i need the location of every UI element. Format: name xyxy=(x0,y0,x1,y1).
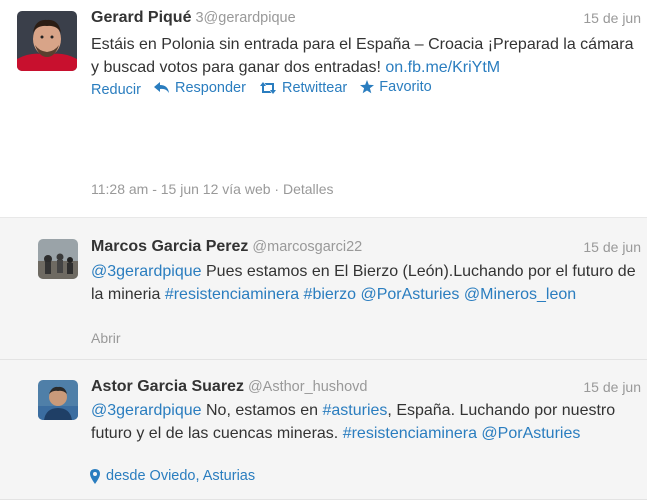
tweet-date[interactable]: 15 de jun xyxy=(583,239,641,255)
tweet-text-body: Estáis en Polonia sin entrada para el Es… xyxy=(91,36,634,76)
location-pin-icon xyxy=(90,468,100,484)
expand-link[interactable]: Abrir xyxy=(91,330,121,346)
avatar[interactable] xyxy=(38,380,78,420)
author-fullname[interactable]: Gerard Piqué xyxy=(91,9,191,26)
reduce-button[interactable]: Reducir xyxy=(91,82,141,98)
retweet-icon xyxy=(259,82,276,94)
tweet-text: @3gerardpique Pues estamos en El Bierzo … xyxy=(91,260,641,306)
star-icon xyxy=(360,80,375,94)
author-username[interactable]: @Asthor_hushovd xyxy=(248,379,368,395)
tweet-actions: Reducir Responder Retwittear Favorito xyxy=(91,79,441,98)
hashtag-link[interactable]: #asturies xyxy=(323,402,388,419)
tweet-location[interactable]: desde Oviedo, Asturias xyxy=(90,468,255,484)
mention-link[interactable]: @PorAsturies xyxy=(481,425,580,442)
tweet-text: @3gerardpique No, estamos en #asturies, … xyxy=(91,399,641,445)
main-tweet: Gerard Piqué 3@gerardpique 15 de jun Está… xyxy=(0,0,647,218)
tweet-date[interactable]: 15 de jun xyxy=(583,379,641,395)
author-username[interactable]: @marcosgarci22 xyxy=(252,239,362,255)
mention-link[interactable]: @3gerardpique xyxy=(91,263,202,280)
reply-label: Responder xyxy=(175,80,246,96)
hashtag-link[interactable]: #resistenciaminera xyxy=(343,425,477,442)
tweet-header: Marcos Garcia Perez @marcosgarci22 15 de … xyxy=(91,238,641,256)
favorite-button[interactable]: Favorito xyxy=(360,79,432,95)
author-fullname[interactable]: Marcos Garcia Perez xyxy=(91,238,248,255)
tweet-meta: 11:28 am - 15 jun 12 vía web · Detalles xyxy=(91,181,334,197)
reply-tweet[interactable]: Marcos Garcia Perez @marcosgarci22 15 de … xyxy=(0,218,647,360)
tweet-date[interactable]: 15 de jun xyxy=(583,10,641,26)
retweet-button[interactable]: Retwittear xyxy=(259,80,347,96)
tweet-text-body: No, estamos en xyxy=(201,402,323,419)
mention-link[interactable]: @PorAsturies xyxy=(360,286,459,303)
retweet-label: Retwittear xyxy=(281,80,348,96)
tweet-header: Gerard Piqué 3@gerardpique 15 de jun xyxy=(91,9,641,27)
reply-button[interactable]: Responder xyxy=(154,80,246,96)
mention-link[interactable]: @3gerardpique xyxy=(91,402,202,419)
mention-link[interactable]: @Mineros_leon xyxy=(464,286,576,303)
reply-icon xyxy=(154,82,169,93)
tweet-link[interactable]: on.fb.me/KriYtM xyxy=(385,59,500,76)
favorite-label: Favorito xyxy=(379,79,432,95)
author-fullname[interactable]: Astor Garcia Suarez xyxy=(91,378,244,395)
hashtag-link[interactable]: #resistenciaminera xyxy=(165,286,299,303)
tweet-header: Astor Garcia Suarez @Asthor_hushovd 15 de… xyxy=(91,378,641,396)
avatar[interactable] xyxy=(38,239,78,279)
author-username[interactable]: 3@gerardpique xyxy=(195,10,295,26)
tweet-text: Estáis en Polonia sin entrada para el Es… xyxy=(91,33,641,79)
location-label: desde Oviedo, Asturias xyxy=(106,468,256,484)
reduce-label: Reducir xyxy=(91,82,141,98)
hashtag-link[interactable]: #bierzo xyxy=(304,286,356,303)
reply-tweet[interactable]: Astor Garcia Suarez @Asthor_hushovd 15 de… xyxy=(0,360,647,500)
avatar[interactable] xyxy=(17,11,77,71)
